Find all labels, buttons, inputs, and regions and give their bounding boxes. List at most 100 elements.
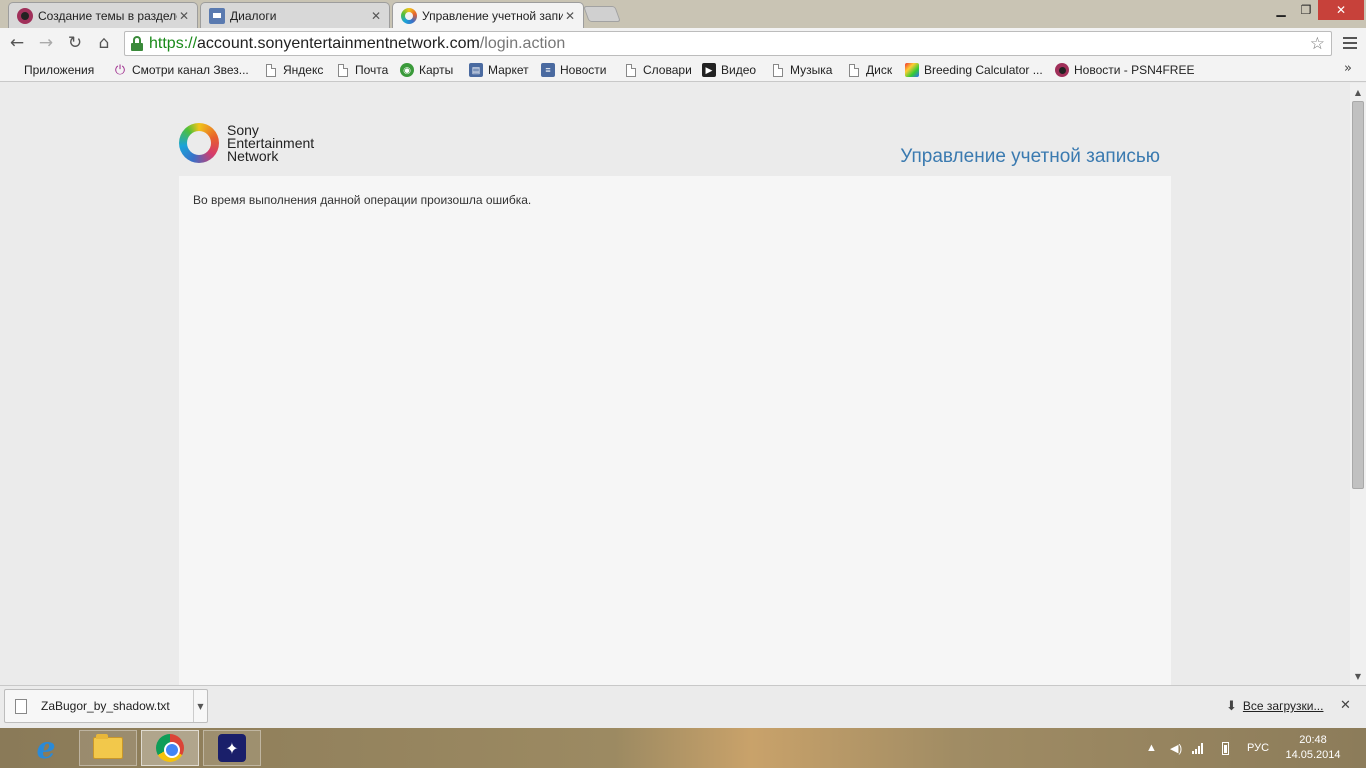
clock-time: 20:48 [1299, 734, 1327, 746]
bookmarks-overflow-button[interactable]: » [1344, 61, 1352, 76]
url-text[interactable]: https://account.sonyentertainmentnetwork… [149, 35, 565, 53]
sen-logo[interactable]: Sony Entertainment Network [179, 123, 314, 163]
url-host: account.sonyentertainmentnetwork.com [197, 34, 480, 52]
page-icon [771, 63, 785, 77]
content-panel: Во время выполнения данной операции прои… [179, 176, 1171, 685]
battery-icon[interactable] [1222, 728, 1229, 768]
new-tab-button[interactable] [583, 6, 621, 22]
tab-close-icon[interactable]: ✕ [177, 9, 191, 23]
market-icon: ▤ [469, 63, 483, 77]
bookmark-mail[interactable]: Почта [336, 62, 388, 78]
breeding-icon [905, 63, 919, 77]
download-item[interactable]: ZaBugor_by_shadow.txt ▼ [4, 689, 208, 723]
taskbar-internet-explorer[interactable]: e [17, 730, 75, 766]
tab-close-icon[interactable]: ✕ [369, 9, 383, 23]
url-path: /login.action [479, 34, 566, 52]
chat-icon [209, 7, 225, 24]
bookmark-breeding-calculator[interactable]: Breeding Calculator ... [905, 62, 1043, 78]
news-icon: ≡ [541, 63, 555, 77]
bookmark-disk[interactable]: Диск [847, 62, 892, 78]
tab-create-topic[interactable]: Создание темы в разделе ✕ [8, 2, 198, 28]
file-explorer-icon [93, 734, 123, 759]
maps-icon: ◉ [400, 63, 414, 77]
bookmark-label: Приложения [24, 63, 95, 77]
page-icon [336, 63, 350, 77]
page-title: Управление учетной записью [900, 146, 1160, 167]
bookmark-label: Маркет [488, 63, 529, 77]
bookmark-label: Диск [866, 63, 893, 77]
scrollbar-thumb[interactable] [1352, 101, 1364, 489]
bookmark-video[interactable]: ▶ Видео [702, 62, 756, 78]
download-shelf-close-icon[interactable]: ✕ [1340, 698, 1351, 713]
show-hidden-icons-button[interactable]: ▲ [1146, 728, 1157, 768]
maximize-button[interactable]: ❐ [1294, 0, 1318, 20]
bookmark-apps[interactable]: Приложения [8, 62, 94, 78]
forward-arrow-icon[interactable]: → [35, 32, 57, 54]
browser-titlebar: Создание темы в разделе ✕ Диалоги ✕ Упра… [0, 0, 1366, 28]
url-scheme: https:// [149, 34, 198, 52]
lock-icon [131, 35, 143, 51]
bookmark-market[interactable]: ▤ Маркет [469, 62, 529, 78]
taskbar-chrome[interactable] [141, 730, 199, 766]
bookmark-psn4free[interactable]: Новости - PSN4FREE [1055, 62, 1194, 78]
page-scrollbar[interactable]: ▲ ▼ [1350, 83, 1366, 685]
tab-label: Диалоги [230, 8, 277, 23]
bookmark-maps[interactable]: ◉ Карты [400, 62, 453, 78]
taskbar-clock[interactable]: 20:48 14.05.2014 [1278, 733, 1348, 763]
sen-ring-icon [179, 123, 219, 163]
bookmark-label: Смотри канал Звез... [132, 63, 249, 77]
reload-icon[interactable]: ↻ [64, 32, 86, 54]
tab-label: Создание темы в разделе [38, 8, 177, 23]
taskbar-game-app[interactable]: ✦ [203, 730, 261, 766]
bookmark-label: Словари [643, 63, 692, 77]
bookmark-music[interactable]: Музыка [771, 62, 832, 78]
logo-line: Network [227, 147, 279, 164]
download-shelf: ZaBugor_by_shadow.txt ▼ ⬇ Все загрузки..… [0, 685, 1366, 728]
show-all-downloads[interactable]: ⬇ Все загрузки... [1226, 698, 1323, 714]
tab-account-management[interactable]: Управление учетной запи ✕ [392, 2, 584, 28]
video-icon: ▶ [702, 63, 716, 77]
power-icon: ⏻ [114, 62, 126, 77]
avatar-icon [1055, 63, 1069, 77]
home-icon[interactable]: ⌂ [93, 32, 115, 54]
minimize-button[interactable]: ▁ [1268, 0, 1294, 20]
scroll-up-arrow-icon[interactable]: ▲ [1350, 85, 1366, 99]
bookmark-news[interactable]: ≡ Новости [541, 62, 606, 78]
tab-dialogs[interactable]: Диалоги ✕ [200, 2, 390, 28]
bookmark-label: Музыка [790, 63, 833, 77]
bookmark-dictionaries[interactable]: Словари [624, 62, 692, 78]
windows-taskbar: e ✦ ▲ ◀) РУС 20:48 14.05.2014 [0, 728, 1366, 768]
back-arrow-icon[interactable]: ← [6, 32, 28, 54]
browser-menu-button[interactable] [1340, 33, 1360, 53]
scroll-down-arrow-icon[interactable]: ▼ [1350, 669, 1366, 683]
bookmark-yandex[interactable]: Яндекс [264, 62, 323, 78]
bookmark-label: Видео [721, 63, 757, 77]
page-icon [847, 63, 861, 77]
bookmark-star-icon[interactable]: ☆ [1310, 34, 1325, 54]
text-file-icon [15, 698, 27, 714]
bookmark-label: Новости - PSN4FREE [1074, 63, 1195, 77]
bookmark-label: Breeding Calculator ... [924, 63, 1043, 77]
language-indicator[interactable]: РУС [1247, 728, 1269, 768]
download-menu-chevron-icon[interactable]: ▼ [193, 690, 207, 722]
bookmark-label: Новости [560, 63, 607, 77]
clock-date: 14.05.2014 [1285, 749, 1341, 761]
game-app-icon: ✦ [218, 734, 246, 762]
address-bar[interactable]: https://account.sonyentertainmentnetwork… [124, 31, 1332, 56]
taskbar-file-explorer[interactable] [79, 730, 137, 766]
sen-icon [401, 7, 417, 24]
page-icon [264, 63, 278, 77]
internet-explorer-icon: e [36, 730, 56, 766]
apps-grid-icon [8, 65, 19, 76]
tab-close-icon[interactable]: ✕ [563, 9, 577, 23]
tab-label: Управление учетной запи [422, 8, 563, 23]
show-all-downloads-link[interactable]: Все загрузки... [1243, 699, 1324, 713]
bookmarks-bar: Приложения ⏻ Смотри канал Звез... Яндекс… [0, 58, 1366, 82]
volume-icon[interactable]: ◀) [1170, 728, 1182, 768]
bookmark-zvezda[interactable]: ⏻ Смотри канал Звез... [113, 62, 249, 78]
download-arrow-icon: ⬇ [1226, 698, 1237, 713]
bookmark-label: Почта [355, 63, 389, 77]
window-close-button[interactable]: ✕ [1318, 0, 1364, 20]
bookmark-label: Карты [419, 63, 454, 77]
network-signal-icon[interactable] [1192, 728, 1203, 768]
